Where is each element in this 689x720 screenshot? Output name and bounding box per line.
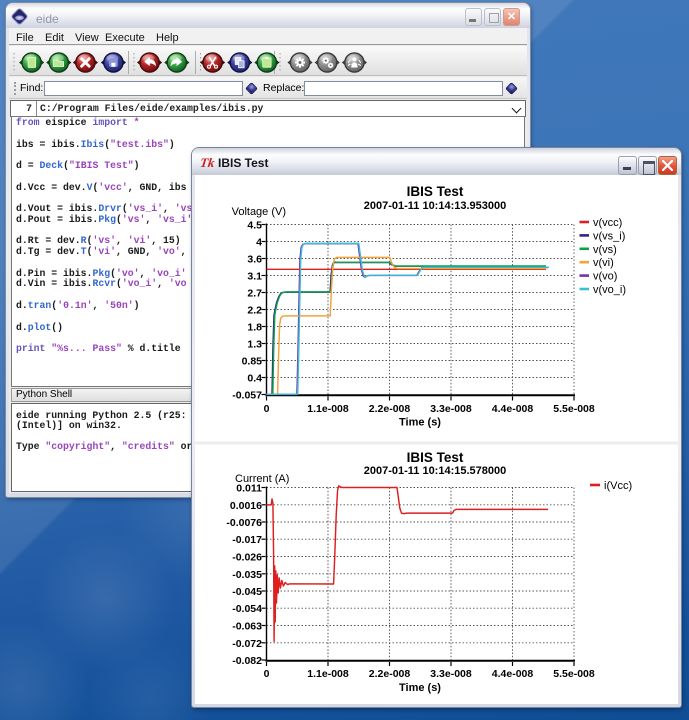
svg-text:1.1e-008: 1.1e-008 xyxy=(307,668,349,680)
svg-text:-0.054: -0.054 xyxy=(232,603,262,615)
svg-text:0: 0 xyxy=(264,668,270,680)
svg-text:v(vs_i): v(vs_i) xyxy=(593,230,625,242)
svg-text:-0.0076: -0.0076 xyxy=(226,517,262,529)
svg-text:-0.072: -0.072 xyxy=(232,638,262,650)
svg-text:Voltage (V): Voltage (V) xyxy=(232,206,286,218)
svg-text:4.4e-008: 4.4e-008 xyxy=(492,403,534,415)
svg-text:0.011: 0.011 xyxy=(236,483,262,495)
svg-text:4: 4 xyxy=(256,237,262,249)
svg-text:-0.035: -0.035 xyxy=(232,569,262,581)
svg-text:0.4: 0.4 xyxy=(247,373,262,385)
svg-text:Time (s): Time (s) xyxy=(399,417,441,429)
svg-text:v(vcc): v(vcc) xyxy=(593,217,622,229)
svg-text:v(vo_i): v(vo_i) xyxy=(593,284,626,296)
svg-text:-0.017: -0.017 xyxy=(232,534,262,546)
svg-text:0.85: 0.85 xyxy=(242,356,263,368)
svg-text:2.2e-008: 2.2e-008 xyxy=(369,403,411,415)
svg-text:3.6: 3.6 xyxy=(247,254,262,266)
svg-text:3.3e-008: 3.3e-008 xyxy=(430,403,472,415)
svg-text:Time (s): Time (s) xyxy=(399,682,441,694)
svg-text:2.2: 2.2 xyxy=(247,305,262,317)
svg-text:4.5: 4.5 xyxy=(247,220,262,232)
svg-text:0: 0 xyxy=(264,403,270,415)
svg-text:-0.045: -0.045 xyxy=(232,586,262,598)
svg-text:2.2e-008: 2.2e-008 xyxy=(369,668,411,680)
svg-text:1.3: 1.3 xyxy=(247,339,262,351)
svg-text:5.5e-008: 5.5e-008 xyxy=(553,668,595,680)
svg-text:IBIS Test: IBIS Test xyxy=(407,184,464,199)
svg-text:v(vs): v(vs) xyxy=(593,244,617,256)
svg-text:i(Vcc): i(Vcc) xyxy=(604,480,632,492)
svg-text:-0.057: -0.057 xyxy=(232,390,262,402)
svg-text:4.4e-008: 4.4e-008 xyxy=(492,668,534,680)
svg-text:1.1e-008: 1.1e-008 xyxy=(307,403,349,415)
svg-text:3.3e-008: 3.3e-008 xyxy=(430,668,472,680)
svg-text:-0.082: -0.082 xyxy=(232,655,262,667)
svg-text:-0.063: -0.063 xyxy=(232,621,262,633)
svg-text:v(vi): v(vi) xyxy=(593,257,614,269)
svg-text:0.0016: 0.0016 xyxy=(230,500,262,512)
svg-text:v(vo): v(vo) xyxy=(593,271,617,283)
svg-text:2007-01-11 10:14:15.578000: 2007-01-11 10:14:15.578000 xyxy=(364,465,507,477)
svg-text:3.1: 3.1 xyxy=(247,271,262,283)
svg-text:1.8: 1.8 xyxy=(247,322,262,334)
svg-text:IBIS Test: IBIS Test xyxy=(407,450,464,465)
svg-text:2007-01-11 10:14:13.953000: 2007-01-11 10:14:13.953000 xyxy=(364,200,507,212)
svg-text:-0.026: -0.026 xyxy=(232,552,262,564)
svg-text:5.5e-008: 5.5e-008 xyxy=(553,403,595,415)
svg-text:2.7: 2.7 xyxy=(247,288,262,300)
